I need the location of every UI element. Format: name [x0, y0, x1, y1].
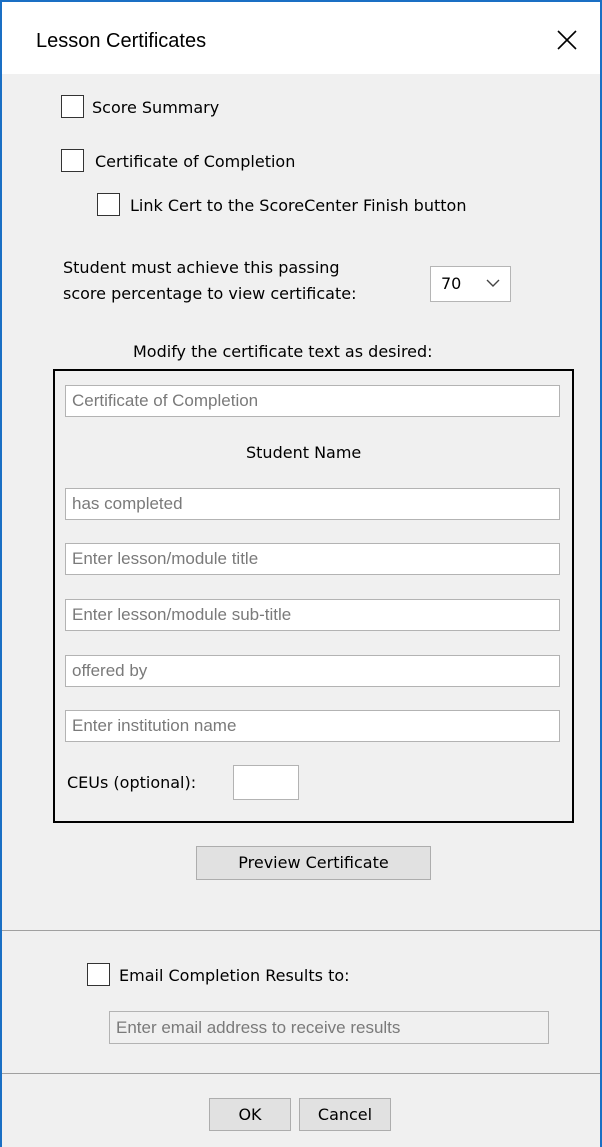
lesson-title-input[interactable] — [65, 543, 560, 575]
passing-score-select[interactable]: 70 — [430, 266, 511, 302]
email-address-input[interactable] — [109, 1011, 549, 1044]
cancel-button[interactable]: Cancel — [299, 1098, 391, 1131]
divider-top — [2, 930, 600, 931]
email-results-label: Email Completion Results to: — [119, 966, 350, 985]
close-button[interactable] — [547, 20, 587, 60]
ceus-input[interactable] — [233, 765, 299, 800]
passing-score-label-line1: Student must achieve this passing — [63, 258, 340, 277]
email-results-checkbox[interactable] — [87, 963, 110, 986]
student-name-label: Student Name — [246, 443, 362, 462]
dialog-window: Lesson Certificates Score Summary Certif… — [0, 0, 602, 1147]
institution-name-input[interactable] — [65, 710, 560, 742]
certificate-text-group — [53, 369, 574, 823]
certificate-of-completion-checkbox[interactable] — [61, 149, 84, 172]
title-bar: Lesson Certificates — [2, 2, 600, 74]
close-icon — [557, 30, 577, 50]
divider-bottom — [2, 1073, 600, 1074]
has-completed-input[interactable] — [65, 488, 560, 520]
chevron-down-icon — [486, 279, 500, 287]
ceus-label: CEUs (optional): — [67, 773, 197, 792]
passing-score-label-line2: score percentage to view certificate: — [63, 284, 357, 303]
offered-by-input[interactable] — [65, 655, 560, 687]
preview-certificate-button[interactable]: Preview Certificate — [196, 846, 431, 880]
certificate-title-input[interactable] — [65, 385, 560, 417]
certificate-text-heading: Modify the certificate text as desired: — [133, 342, 433, 361]
lesson-subtitle-input[interactable] — [65, 599, 560, 631]
passing-score-value: 70 — [441, 274, 462, 293]
ok-button[interactable]: OK — [209, 1098, 291, 1131]
score-summary-label: Score Summary — [92, 98, 220, 117]
certificate-of-completion-label: Certificate of Completion — [95, 152, 296, 171]
window-title: Lesson Certificates — [36, 30, 207, 52]
link-cert-checkbox[interactable] — [97, 193, 120, 216]
score-summary-checkbox[interactable] — [61, 95, 84, 118]
link-cert-label: Link Cert to the ScoreCenter Finish butt… — [130, 196, 467, 215]
